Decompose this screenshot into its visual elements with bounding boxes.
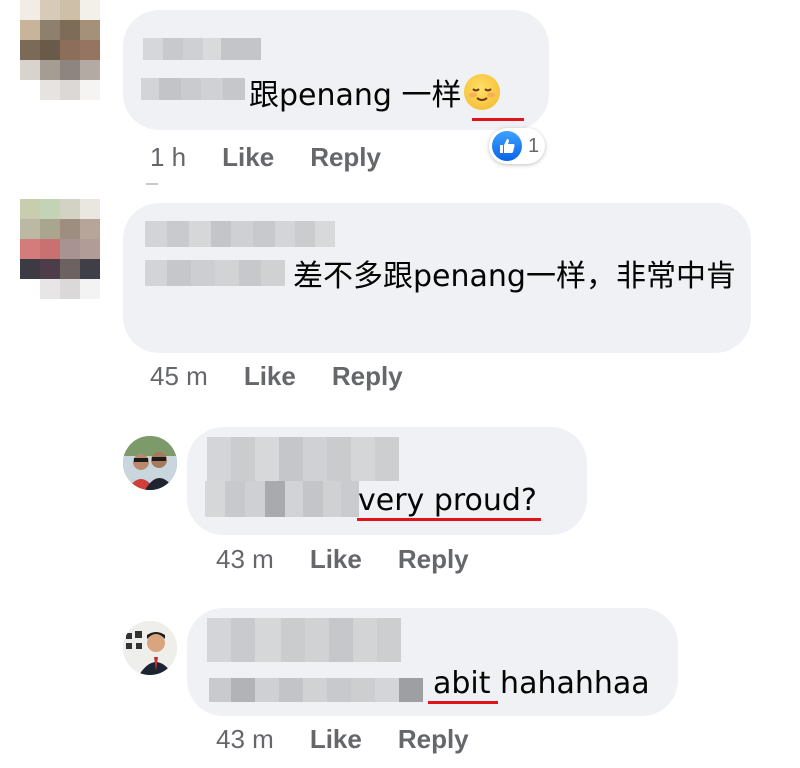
divider bbox=[146, 183, 158, 185]
reply-button[interactable]: Reply bbox=[310, 142, 381, 173]
like-button[interactable]: Like bbox=[310, 544, 362, 575]
profile-photo-icon bbox=[123, 436, 177, 490]
blurred-author-name[interactable] bbox=[207, 618, 401, 662]
red-underline bbox=[357, 518, 541, 521]
blurred-text bbox=[209, 678, 423, 702]
comment-text: 跟penang 一样 bbox=[249, 74, 500, 116]
thumbs-up-icon bbox=[492, 131, 522, 161]
comment-actions: 1 h Like Reply bbox=[150, 140, 381, 174]
comment-actions: 43 m Like Reply bbox=[216, 722, 469, 756]
comment-text: very proud? bbox=[358, 483, 537, 518]
blurred-text bbox=[141, 78, 245, 100]
like-button[interactable]: Like bbox=[310, 724, 362, 755]
timestamp[interactable]: 43 m bbox=[216, 724, 274, 755]
reply-button[interactable]: Reply bbox=[398, 544, 469, 575]
avatar[interactable] bbox=[123, 621, 177, 675]
like-button[interactable]: Like bbox=[222, 142, 274, 173]
like-button[interactable]: Like bbox=[244, 361, 296, 392]
reaction-count-badge[interactable]: 1 bbox=[489, 128, 546, 164]
avatar[interactable] bbox=[20, 199, 100, 299]
avatar[interactable] bbox=[20, 0, 100, 100]
relieved-face-emoji bbox=[463, 74, 500, 110]
blurred-text bbox=[205, 481, 359, 517]
comment-bubble[interactable]: 跟penang 一样 bbox=[123, 10, 549, 130]
red-underline bbox=[472, 118, 524, 121]
avatar[interactable] bbox=[123, 436, 177, 490]
blurred-author-name[interactable] bbox=[207, 437, 399, 481]
timestamp[interactable]: 1 h bbox=[150, 142, 186, 173]
blurred-author-name[interactable] bbox=[143, 38, 261, 60]
comment-text: 差不多跟penang一样，非常中肯 bbox=[293, 259, 736, 294]
comment-text: abit hahahhaa bbox=[433, 666, 650, 701]
reply-button[interactable]: Reply bbox=[332, 361, 403, 392]
profile-photo-icon bbox=[123, 621, 177, 675]
reply-button[interactable]: Reply bbox=[398, 724, 469, 755]
blurred-author-name[interactable] bbox=[145, 221, 335, 247]
comment-bubble[interactable]: 差不多跟penang一样，非常中肯 bbox=[123, 203, 751, 353]
comment-actions: 43 m Like Reply bbox=[216, 542, 469, 576]
red-underline bbox=[428, 701, 498, 704]
timestamp[interactable]: 45 m bbox=[150, 361, 208, 392]
comment-actions: 45 m Like Reply bbox=[150, 359, 403, 393]
timestamp[interactable]: 43 m bbox=[216, 544, 274, 575]
comment-bubble[interactable]: abit hahahhaa bbox=[187, 608, 678, 716]
